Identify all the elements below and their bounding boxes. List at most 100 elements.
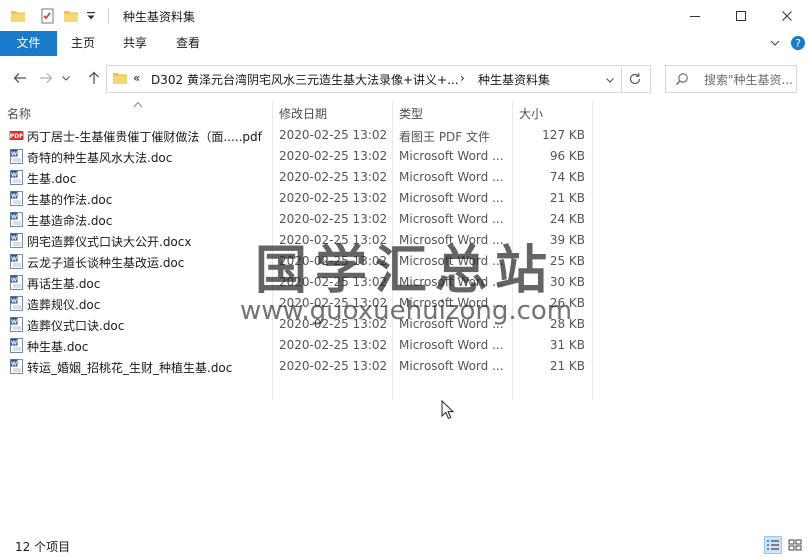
file-size: 21 KB [549,191,585,205]
tab-file[interactable]: 文件 [0,31,57,56]
file-size: 31 KB [549,338,585,352]
file-row[interactable]: W 生基的作法.doc 2020-02-25 13:02 Microsoft W… [0,188,600,209]
file-row[interactable]: W 生基造命法.doc 2020-02-25 13:02 Microsoft W… [0,209,600,230]
file-row[interactable]: PDF 丙丁居士-生基催贵催丁催财做法（面.....pdf 2020-02-25… [0,125,600,146]
new-folder-icon[interactable] [63,8,79,27]
svg-text:W: W [11,193,17,199]
word-file-icon: W [9,149,24,164]
breadcrumb-overflow[interactable]: « [133,71,140,85]
status-bar: 12 个项目 [0,533,810,557]
file-row[interactable]: W 转运_婚姻_招桃花_生财_种植生基.doc 2020-02-25 13:02… [0,356,600,377]
forward-button[interactable] [36,68,56,88]
maximize-button[interactable] [718,0,764,31]
large-icons-view-button[interactable] [786,536,804,554]
word-file-icon: W [9,296,24,311]
file-name: 云龙子道长谈种生基改运.doc [27,256,185,270]
file-size: 21 KB [549,359,585,373]
file-name: 再话生基.doc [27,277,101,291]
close-button[interactable] [764,0,810,31]
svg-text:W: W [11,340,17,346]
address-dropdown-icon[interactable] [605,74,615,88]
address-folder-icon [112,70,128,89]
file-type: Microsoft Word ... [399,170,504,184]
file-size: 24 KB [549,212,585,226]
word-file-icon: W [9,191,24,206]
recent-locations-dropdown[interactable] [60,68,72,88]
word-file-icon: W [9,170,24,185]
svg-text:W: W [11,172,17,178]
svg-text:PDF: PDF [10,133,23,140]
file-date: 2020-02-25 13:02 [279,149,388,163]
column-header-name[interactable]: 名称 [7,104,31,124]
up-button[interactable] [84,68,104,88]
svg-text:W: W [11,277,17,283]
search-placeholder: 搜索"种生基资... [704,73,793,87]
file-name: 丙丁居士-生基催贵催丁催财做法（面.....pdf [27,130,262,144]
file-name: 造葬规仪.doc [27,298,101,312]
svg-text:?: ? [795,37,801,50]
word-file-icon: W [9,254,24,269]
help-icon[interactable]: ? [790,35,806,54]
column-header-size[interactable]: 大小 [519,104,543,124]
sort-ascending-icon [133,97,143,111]
word-file-icon: W [9,275,24,290]
svg-text:W: W [11,214,17,220]
file-size: 96 KB [549,149,585,163]
file-size: 127 KB [542,128,585,142]
file-date: 2020-02-25 13:02 [279,170,388,184]
file-size: 74 KB [549,170,585,184]
details-view-icon [767,540,779,550]
file-name: 转运_婚姻_招桃花_生财_种植生基.doc [27,361,233,375]
file-row[interactable]: W 奇特的种生基风水大法.doc 2020-02-25 13:02 Micros… [0,146,600,167]
refresh-icon [629,73,641,85]
pdf-file-icon: PDF [9,128,24,143]
column-header-type[interactable]: 类型 [399,104,423,124]
search-box[interactable]: 搜索"种生基资... [665,65,797,93]
file-type: Microsoft Word ... [399,338,504,352]
svg-text:W: W [11,361,17,367]
file-name: 生基.doc [27,172,77,186]
breadcrumb-parent[interactable]: D302 黄泽元台湾阴宅风水三元造生基大法录像+讲义+... [151,71,459,88]
file-name: 造葬仪式口诀.doc [27,319,125,333]
word-file-icon: W [9,317,24,332]
file-date: 2020-02-25 13:02 [279,212,388,226]
word-file-icon: W [9,212,24,227]
file-date: 2020-02-25 13:02 [279,128,388,142]
word-file-icon: W [9,359,24,374]
tab-view[interactable]: 查看 [165,31,211,56]
file-date: 2020-02-25 13:02 [279,338,388,352]
large-icons-view-icon [788,539,802,551]
file-type: Microsoft Word ... [399,191,504,205]
properties-icon[interactable] [40,8,56,27]
file-type: Microsoft Word ... [399,212,504,226]
file-name: 生基的作法.doc [27,193,113,207]
svg-text:W: W [11,319,17,325]
details-view-button[interactable] [764,536,782,554]
address-bar[interactable]: « D302 黄泽元台湾阴宅风水三元造生基大法录像+讲义+... › 种生基资料… [106,65,622,93]
svg-text:W: W [11,256,17,262]
tab-home[interactable]: 主页 [60,31,106,56]
refresh-button[interactable] [620,65,651,93]
window-title: 种生基资料集 [123,10,196,24]
svg-text:W: W [11,151,17,157]
file-type: 看图王 PDF 文件 [399,130,491,144]
file-row[interactable]: W 种生基.doc 2020-02-25 13:02 Microsoft Wor… [0,335,600,356]
file-row[interactable]: W 生基.doc 2020-02-25 13:02 Microsoft Word… [0,167,600,188]
tab-share[interactable]: 共享 [112,31,158,56]
ribbon-tabs: 文件 主页 共享 查看 ? [0,31,810,57]
back-button[interactable] [10,68,30,88]
minimize-button[interactable] [672,0,718,31]
file-name: 种生基.doc [27,340,89,354]
expand-ribbon-icon[interactable] [769,37,781,52]
address-row: « D302 黄泽元台湾阴宅风水三元造生基大法录像+讲义+... › 种生基资料… [0,56,810,100]
quick-access-dropdown-icon[interactable] [85,10,97,25]
file-type: Microsoft Word ... [399,359,504,373]
title-bar: 种生基资料集 [0,0,810,31]
file-name: 生基造命法.doc [27,214,113,228]
column-header-date[interactable]: 修改日期 [279,104,327,124]
file-type: Microsoft Word ... [399,149,504,163]
breadcrumb-current[interactable]: 种生基资料集 [478,71,550,88]
search-icon [675,72,689,89]
svg-text:W: W [11,298,17,304]
breadcrumb-separator[interactable]: › [460,71,465,85]
